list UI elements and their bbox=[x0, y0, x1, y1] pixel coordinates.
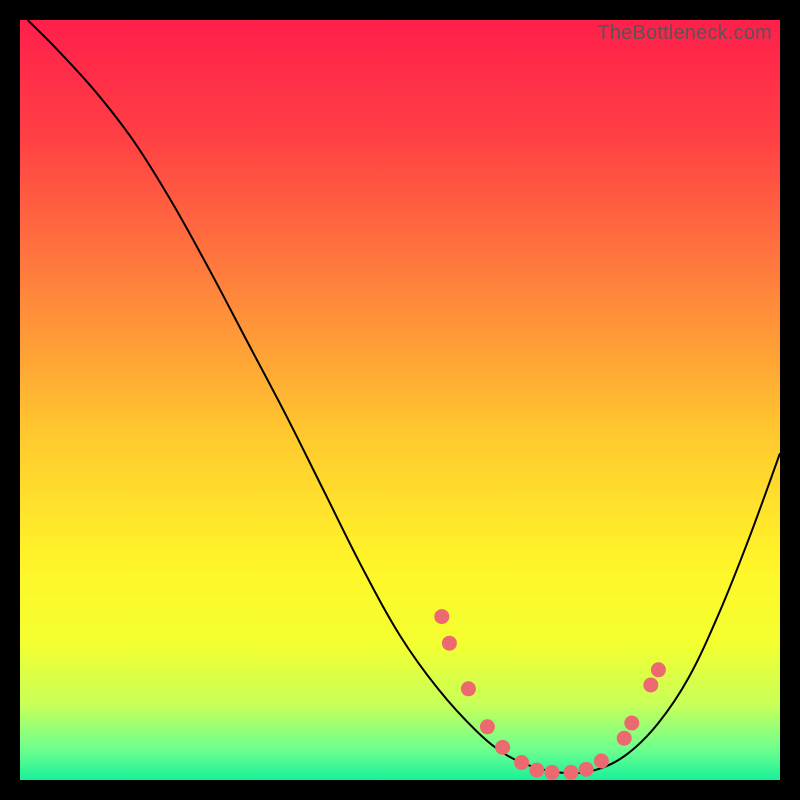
data-point bbox=[617, 731, 632, 746]
data-point bbox=[594, 754, 609, 769]
data-point bbox=[529, 763, 544, 778]
data-point bbox=[480, 719, 495, 734]
data-point bbox=[442, 636, 457, 651]
data-point bbox=[579, 762, 594, 777]
data-point bbox=[564, 765, 579, 780]
data-point bbox=[643, 678, 658, 693]
chart-background bbox=[20, 20, 780, 780]
data-point bbox=[545, 765, 560, 780]
data-point bbox=[624, 716, 639, 731]
data-point bbox=[461, 681, 476, 696]
data-point bbox=[651, 662, 666, 677]
data-point bbox=[495, 740, 510, 755]
watermark-text: TheBottleneck.com bbox=[597, 22, 772, 45]
data-point bbox=[514, 755, 529, 770]
data-point bbox=[434, 609, 449, 624]
chart-frame: TheBottleneck.com bbox=[20, 20, 780, 780]
chart-svg bbox=[20, 20, 780, 780]
